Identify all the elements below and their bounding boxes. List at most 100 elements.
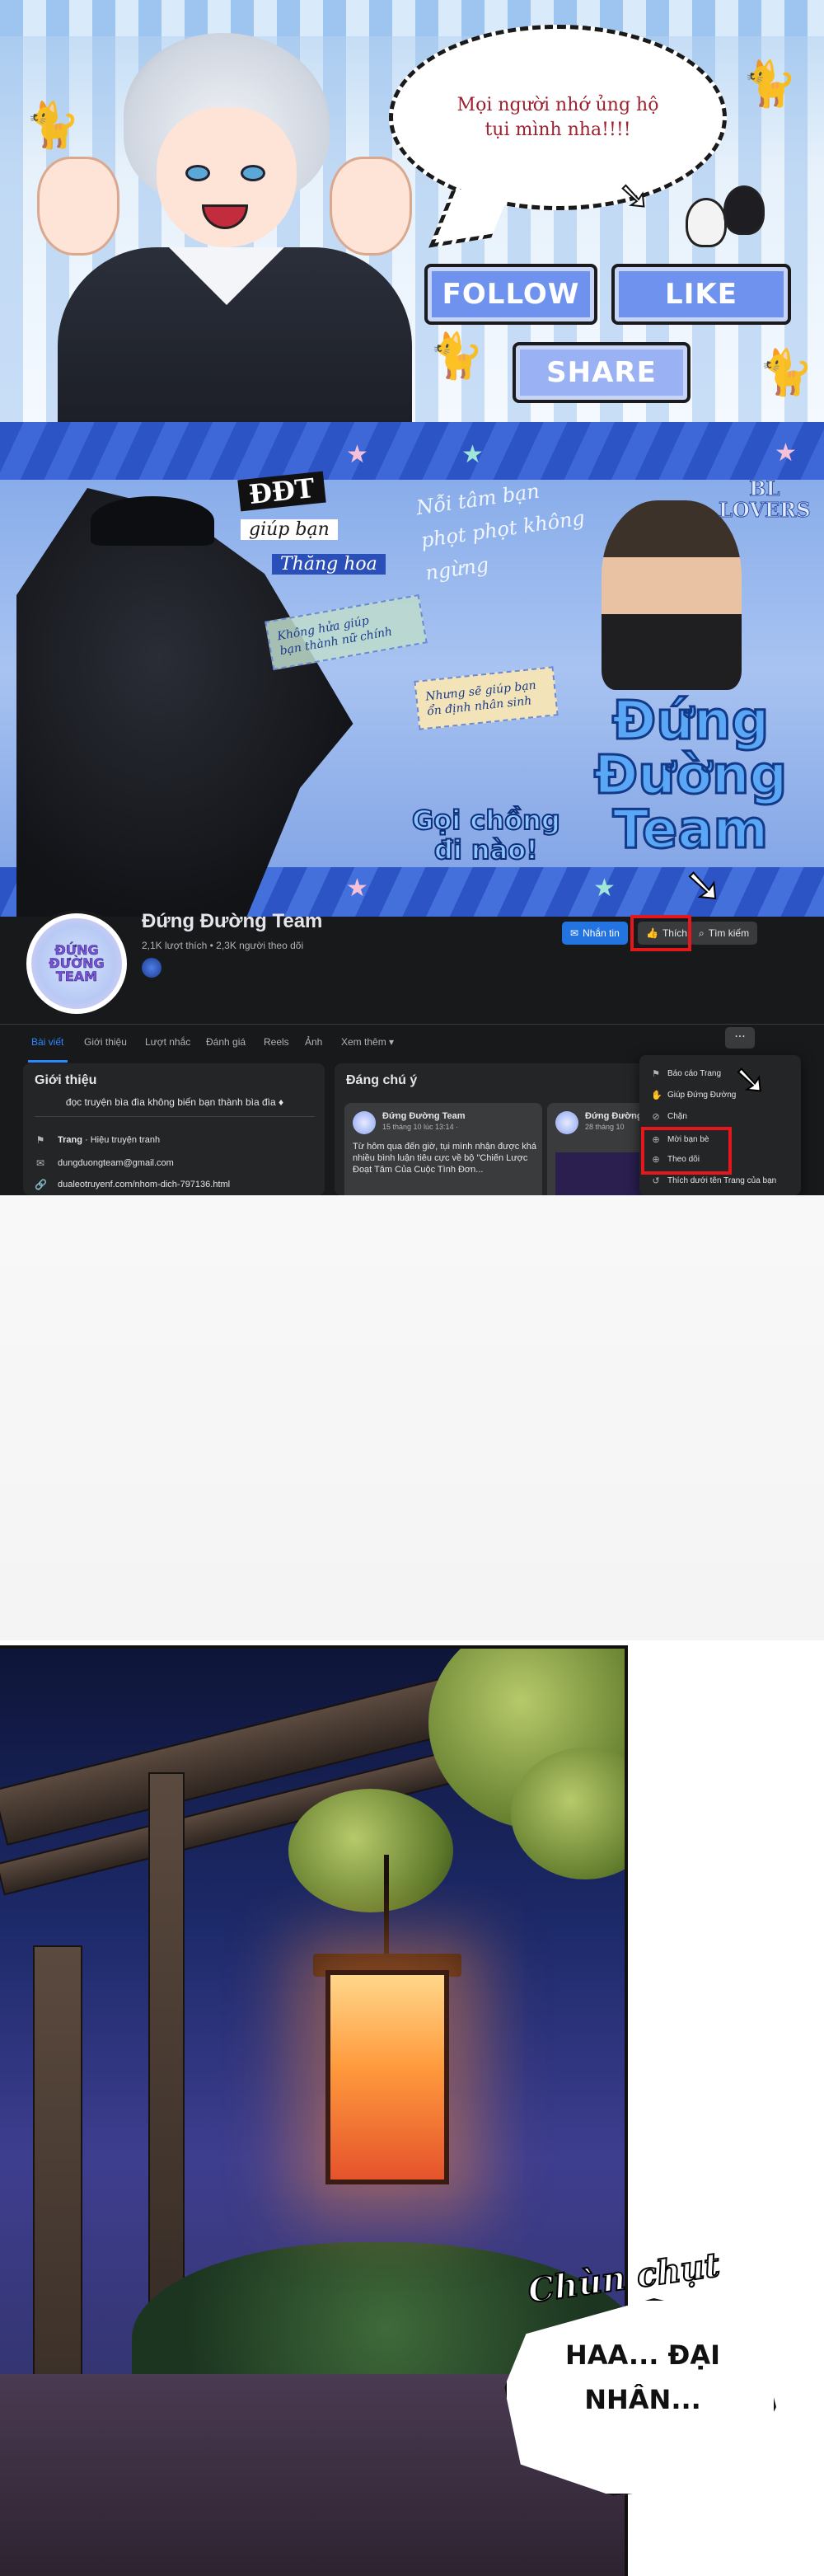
active-tab-indicator [28,1060,68,1063]
blank-paper-gap [0,1195,824,1640]
promo-banner: 🐈 🐈 🐈 🐈 Mọi người nhớ ủng hộ tụi mình nh… [0,0,824,422]
glowing-lantern [325,1970,449,2184]
intro-category-bold: Trang [58,1135,82,1145]
bubble-text: Mọi người nhớ ủng hộ tụi mình nha!!!! [456,94,659,140]
cover-note-1: Không hửa giúp bạn thành nữ chính [265,594,428,671]
menu-item-help[interactable]: ✋ Giúp Đứng Đường [646,1085,794,1105]
menu-item-label: Chặn [667,1111,687,1121]
follower-avatar[interactable] [142,958,162,978]
block-icon: ⊘ [652,1111,660,1122]
character-eye [185,165,210,181]
tab-photos[interactable]: Ảnh [305,1036,322,1048]
tab-posts[interactable]: Bài viết [31,1036,63,1048]
cover-bl-lovers: BL LOVERS [719,476,812,522]
featured-post[interactable]: Đứng Đường Team 15 tháng 10 lúc 13:14 · … [344,1103,542,1195]
cover-giup-ban: giúp bạn [241,519,338,540]
more-options-button[interactable]: ··· [725,1027,755,1049]
cover-note-2: Nhưng sẽ giúp bạn ổn định nhân sinh [414,666,559,730]
share-button[interactable]: SHARE [513,342,691,403]
foliage [288,1789,453,1912]
intro-card: Giới thiệu đọc truyện bìa đìa không biến… [23,1063,325,1195]
intro-email-text[interactable]: dungduongteam@gmail.com [58,1158,174,1168]
cover-photo: ★ ★ ★ ★ ★ ĐĐT giúp bạn Thăng hoa Nỗi tâm… [0,422,824,917]
post-avatar[interactable] [555,1111,578,1134]
tab-about[interactable]: Giới thiệu [84,1036,127,1048]
page-search-button[interactable]: ⌕ Tìm kiếm [691,922,758,945]
featured-heading: Đáng chú ý [346,1073,418,1087]
page-stats[interactable]: 2,1K lượt thích • 2,3K người theo dõi [142,940,303,951]
intro-row-category: ⚑ Trang · Hiệu truyện tranh [35,1134,161,1146]
post-date[interactable]: 28 tháng 10 [585,1123,625,1131]
star-icon: ★ [346,440,368,469]
post-avatar[interactable] [353,1111,376,1134]
post-author[interactable]: Đứng Đường Team [382,1111,466,1121]
intro-row-link[interactable]: 🔗 dualeotruyenf.com/nhom-dich-797136.htm… [35,1179,230,1190]
cover-goi-chong: Gọi chồng đi nào! [411,805,561,866]
tab-mentions[interactable]: Lượt nhắc [145,1036,190,1048]
comic-speech-text: HAA... ĐẠI NHÂN... [565,2339,720,2415]
cover-noi-tam: Nỗi tâm bạn phọt phọt không ngừng [414,479,587,585]
character-eye [241,165,265,181]
star-icon: ★ [775,439,797,467]
page-title[interactable]: Đứng Đường Team [142,910,322,933]
tab-reels[interactable]: Reels [264,1036,289,1048]
cover-person-left [16,488,353,917]
star-icon: ★ [461,440,484,469]
message-button[interactable]: ✉ Nhắn tin [562,922,628,945]
pointer-arrow-icon: ➘ [683,858,723,913]
cat-silhouette-icon: 🐈 [758,346,814,398]
post-text: Từ hôm qua đến giờ, tụi mình nhận được k… [353,1142,536,1175]
cat-silhouette-icon: 🐈 [25,99,81,151]
intro-category-text: · Hiệu truyện tranh [82,1135,161,1145]
character-hand [330,157,412,256]
menu-item-label: Giúp Đứng Đường [667,1090,737,1100]
cover-stripe [0,422,824,480]
pointer-arrow-icon: ➘ [733,1056,767,1104]
pointer-arrow-icon: ➘ [617,172,651,218]
like-highlight-box [630,915,691,951]
cover-person-right [602,500,742,690]
post-author[interactable]: Đứng Đường [585,1111,643,1121]
mail-icon: ✉ [35,1157,45,1169]
profile-header: ĐỨNG ĐƯỜNG TEAM Đứng Đường Team 2,1K lượ… [0,892,824,1040]
cover-team-logo: Đứng Đường Team [592,691,789,861]
cover-person-hat [91,496,214,546]
chibi-character [723,185,765,235]
intro-link-text[interactable]: dualeotruyenf.com/nhom-dich-797136.html [58,1180,230,1189]
intro-row-email[interactable]: ✉ dungduongteam@gmail.com [35,1157,174,1169]
menu-item-label: Báo cáo Trang [667,1068,722,1078]
facebook-page-screenshot: ★ ★ ★ ★ ★ ĐĐT giúp bạn Thăng hoa Nỗi tâm… [0,422,824,1195]
flag-icon: ⚑ [35,1134,45,1146]
tab-see-more[interactable]: Xem thêm ▾ [341,1036,394,1048]
intro-heading: Giới thiệu [35,1073,97,1087]
flag-icon: ⚑ [652,1068,660,1079]
menu-item-label: Thích dưới tên Trang của bạn [667,1175,777,1185]
search-icon: ⌕ [699,927,705,939]
lantern-cord [384,1855,389,1958]
chibi-character [686,198,727,247]
like-button[interactable]: LIKE [611,264,791,325]
page-avatar[interactable]: ĐỨNG ĐƯỜNG TEAM [23,910,130,1017]
character-hand [37,157,119,256]
cover-thang-hoa: Thăng hoa [272,554,386,575]
stripe-decoration [0,0,824,36]
post-date[interactable]: 15 tháng 10 lúc 13:14 · [382,1123,458,1131]
speech-bubble: Mọi người nhớ ủng hộ tụi mình nha!!!! [389,25,727,248]
divider [35,1116,315,1117]
link-icon: 🔗 [35,1179,47,1190]
tab-reviews[interactable]: Đánh giá [206,1036,246,1048]
messenger-icon: ✉ [570,927,579,939]
intro-text: đọc truyện bìa đìa không biến bạn thành … [65,1096,284,1108]
menu-item-report[interactable]: ⚑ Báo cáo Trang [646,1063,794,1083]
menu-highlight-box [641,1127,732,1175]
search-button-label: Tìm kiếm [708,927,750,939]
avatar-logo-text: ĐỨNG ĐƯỜNG TEAM [31,918,122,1009]
bubble-tail [428,181,514,248]
cat-silhouette-icon: 🐈 [742,58,798,110]
hands-icon: ✋ [651,1090,662,1100]
message-button-label: Nhắn tin [583,927,620,939]
menu-item-block[interactable]: ⊘ Chặn [646,1106,794,1126]
like-as-page-icon: ↺ [652,1175,660,1186]
cat-silhouette-icon: 🐈 [428,330,485,382]
follow-button[interactable]: FOLLOW [424,264,597,325]
